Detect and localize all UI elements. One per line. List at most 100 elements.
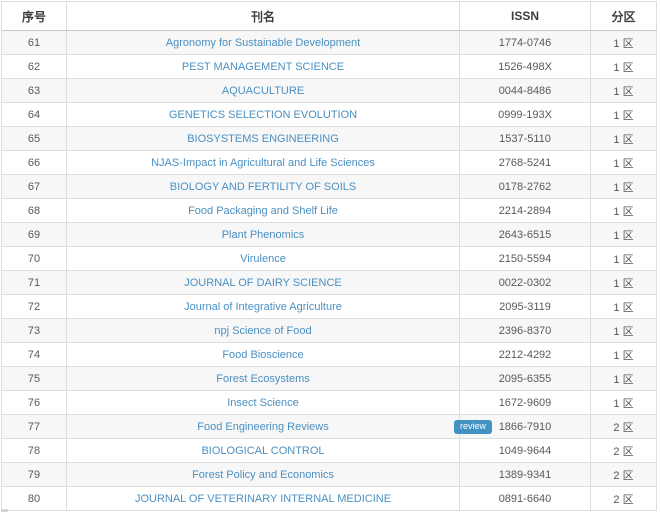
table-row: 80 JOURNAL OF VETERINARY INTERNAL MEDICI… xyxy=(2,487,657,511)
journal-link[interactable]: BIOSYSTEMS ENGINEERING xyxy=(187,133,339,145)
journal-name-cell: Agronomy for Sustainable Development xyxy=(67,31,460,55)
issn-cell: 2095-6355 xyxy=(460,367,591,391)
issn-cell: 0044-8486 xyxy=(460,79,591,103)
journal-zone-table-container: 序号 刊名 ISSN 分区 61 Agronomy for Sustainabl… xyxy=(1,1,657,511)
journal-name-cell: Food Engineering Reviews review xyxy=(67,415,460,439)
journal-name-cell: BIOSYSTEMS ENGINEERING xyxy=(67,127,460,151)
row-index-cell: 70 xyxy=(2,247,67,271)
issn-cell: 0891-6640 xyxy=(460,487,591,511)
column-header-journal-name: 刊名 xyxy=(67,2,460,31)
journal-link[interactable]: AQUACULTURE xyxy=(222,85,304,97)
journal-name-cell: Food Packaging and Shelf Life xyxy=(67,199,460,223)
zone-cell: 1 区 xyxy=(591,103,657,127)
table-row: 62 PEST MANAGEMENT SCIENCE 1526-498X 1 区 xyxy=(2,55,657,79)
row-index-cell: 74 xyxy=(2,343,67,367)
journal-link[interactable]: BIOLOGY AND FERTILITY OF SOILS xyxy=(170,181,356,193)
journal-link[interactable]: npj Science of Food xyxy=(214,325,311,337)
zone-cell: 1 区 xyxy=(591,343,657,367)
zone-cell: 1 区 xyxy=(591,151,657,175)
issn-cell: 0999-193X xyxy=(460,103,591,127)
journal-link[interactable]: Forest Policy and Economics xyxy=(192,469,334,481)
issn-cell: 0178-2762 xyxy=(460,175,591,199)
zone-cell: 1 区 xyxy=(591,175,657,199)
row-index-cell: 80 xyxy=(2,487,67,511)
zone-cell: 1 区 xyxy=(591,199,657,223)
journal-name-cell: GENETICS SELECTION EVOLUTION xyxy=(67,103,460,127)
row-index-cell: 73 xyxy=(2,319,67,343)
journal-link[interactable]: Journal of Integrative Agriculture xyxy=(184,301,342,313)
row-index-cell: 62 xyxy=(2,55,67,79)
journal-name-cell: PEST MANAGEMENT SCIENCE xyxy=(67,55,460,79)
row-index-cell: 69 xyxy=(2,223,67,247)
column-header-index: 序号 xyxy=(2,2,67,31)
table-row: 75 Forest Ecosystems 2095-6355 1 区 xyxy=(2,367,657,391)
journal-link[interactable]: Virulence xyxy=(240,253,286,265)
zone-cell: 1 区 xyxy=(591,247,657,271)
journal-link[interactable]: Food Packaging and Shelf Life xyxy=(188,205,338,217)
journal-zone-table: 序号 刊名 ISSN 分区 61 Agronomy for Sustainabl… xyxy=(1,1,657,511)
journal-name-cell: JOURNAL OF DAIRY SCIENCE xyxy=(67,271,460,295)
table-row: 63 AQUACULTURE 0044-8486 1 区 xyxy=(2,79,657,103)
journal-link[interactable]: GENETICS SELECTION EVOLUTION xyxy=(169,109,357,121)
zone-cell: 2 区 xyxy=(591,415,657,439)
journal-name-cell: Food Bioscience xyxy=(67,343,460,367)
zone-cell: 2 区 xyxy=(591,463,657,487)
issn-cell: 2396-8370 xyxy=(460,319,591,343)
journal-name-cell: Journal of Integrative Agriculture xyxy=(67,295,460,319)
table-row: 65 BIOSYSTEMS ENGINEERING 1537-5110 1 区 xyxy=(2,127,657,151)
journal-link[interactable]: JOURNAL OF DAIRY SCIENCE xyxy=(184,277,342,289)
journal-link[interactable]: Forest Ecosystems xyxy=(216,373,310,385)
zone-cell: 1 区 xyxy=(591,319,657,343)
journal-name-cell: Forest Policy and Economics xyxy=(67,463,460,487)
issn-cell: 1774-0746 xyxy=(460,31,591,55)
issn-cell: 2212-4292 xyxy=(460,343,591,367)
table-row: 72 Journal of Integrative Agriculture 20… xyxy=(2,295,657,319)
issn-cell: 1389-9341 xyxy=(460,463,591,487)
issn-cell: 1672-9609 xyxy=(460,391,591,415)
journal-name-cell: npj Science of Food xyxy=(67,319,460,343)
row-index-cell: 72 xyxy=(2,295,67,319)
row-index-cell: 63 xyxy=(2,79,67,103)
journal-link[interactable]: Insect Science xyxy=(227,397,299,409)
journal-name-cell: BIOLOGY AND FERTILITY OF SOILS xyxy=(67,175,460,199)
journal-link[interactable]: Food Bioscience xyxy=(222,349,303,361)
table-row: 78 BIOLOGICAL CONTROL 1049-9644 2 区 xyxy=(2,439,657,463)
table-row: 64 GENETICS SELECTION EVOLUTION 0999-193… xyxy=(2,103,657,127)
row-index-cell: 78 xyxy=(2,439,67,463)
table-row: 71 JOURNAL OF DAIRY SCIENCE 0022-0302 1 … xyxy=(2,271,657,295)
table-row: 74 Food Bioscience 2212-4292 1 区 xyxy=(2,343,657,367)
row-index-cell: 65 xyxy=(2,127,67,151)
journal-link[interactable]: NJAS-Impact in Agricultural and Life Sci… xyxy=(151,157,375,169)
journal-name-cell: BIOLOGICAL CONTROL xyxy=(67,439,460,463)
journal-link[interactable]: Agronomy for Sustainable Development xyxy=(166,37,360,49)
table-row: 77 Food Engineering Reviews review 1866-… xyxy=(2,415,657,439)
row-index-cell: 75 xyxy=(2,367,67,391)
zone-cell: 1 区 xyxy=(591,391,657,415)
journal-name-cell: JOURNAL OF VETERINARY INTERNAL MEDICINE xyxy=(67,487,460,511)
journal-link[interactable]: Plant Phenomics xyxy=(222,229,305,241)
table-row: 61 Agronomy for Sustainable Development … xyxy=(2,31,657,55)
issn-cell: 1537-5110 xyxy=(460,127,591,151)
column-header-zone: 分区 xyxy=(591,2,657,31)
journal-name-cell: NJAS-Impact in Agricultural and Life Sci… xyxy=(67,151,460,175)
issn-cell: 0022-0302 xyxy=(460,271,591,295)
journal-name-cell: Forest Ecosystems xyxy=(67,367,460,391)
zone-cell: 1 区 xyxy=(591,223,657,247)
issn-cell: 2643-6515 xyxy=(460,223,591,247)
zone-cell: 1 区 xyxy=(591,271,657,295)
zone-cell: 1 区 xyxy=(591,79,657,103)
journal-link[interactable]: Food Engineering Reviews xyxy=(197,421,328,433)
zone-cell: 1 区 xyxy=(591,31,657,55)
journal-link[interactable]: PEST MANAGEMENT SCIENCE xyxy=(182,61,344,73)
journal-link[interactable]: BIOLOGICAL CONTROL xyxy=(201,445,324,457)
table-row: 73 npj Science of Food 2396-8370 1 区 xyxy=(2,319,657,343)
table-row: 68 Food Packaging and Shelf Life 2214-28… xyxy=(2,199,657,223)
journal-link[interactable]: JOURNAL OF VETERINARY INTERNAL MEDICINE xyxy=(135,493,391,505)
header-row: 序号 刊名 ISSN 分区 xyxy=(2,2,657,31)
row-index-cell: 76 xyxy=(2,391,67,415)
issn-cell: 2214-2894 xyxy=(460,199,591,223)
journal-name-cell: Insect Science xyxy=(67,391,460,415)
row-index-cell: 64 xyxy=(2,103,67,127)
issn-cell: 2150-5594 xyxy=(460,247,591,271)
zone-cell: 1 区 xyxy=(591,55,657,79)
